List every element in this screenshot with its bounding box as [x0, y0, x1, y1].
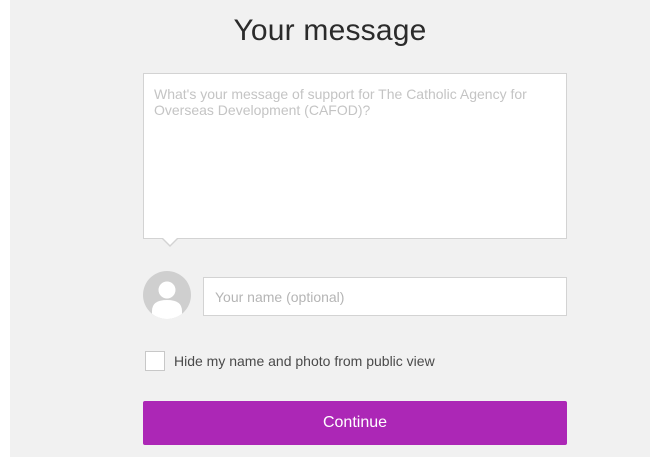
hide-identity-row[interactable]: Hide my name and photo from public view	[143, 349, 435, 373]
continue-button[interactable]: Continue	[143, 401, 567, 445]
message-box	[143, 73, 567, 247]
page-title: Your message	[233, 14, 427, 47]
name-input[interactable]	[203, 277, 567, 316]
user-avatar-icon	[143, 271, 191, 319]
speech-pointer-inner	[162, 237, 178, 245]
hide-identity-label[interactable]: Hide my name and photo from public view	[174, 353, 435, 369]
message-panel: Your message Hide my name and photo from…	[10, 0, 650, 457]
message-textarea[interactable]	[143, 73, 567, 239]
hide-identity-checkbox[interactable]	[145, 351, 165, 371]
